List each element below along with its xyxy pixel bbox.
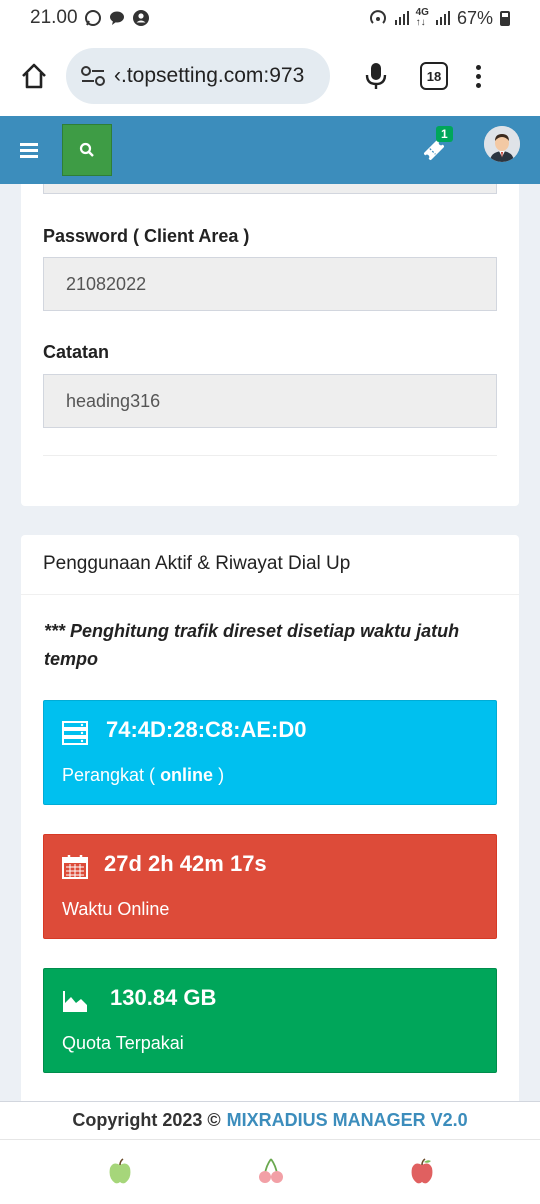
signal-icon [394, 11, 409, 25]
quota-label: Quota Terpakai [62, 1033, 184, 1053]
online-time-value: 27d 2h 42m 17s [104, 851, 267, 876]
home-button[interactable] [16, 58, 52, 94]
hotspot-icon [369, 10, 386, 24]
online-time-info-box: 27d 2h 42m 17s Waktu Online [43, 834, 497, 939]
card-header-divider [21, 594, 519, 595]
green-apple-icon[interactable] [105, 1156, 135, 1186]
notification-badge: 1 [436, 126, 453, 142]
address-bar[interactable]: ‹.topsetting.com:973 [66, 48, 330, 104]
page-footer: Copyright 2023 © MIXRADIUS MANAGER V2.0 [0, 1101, 540, 1139]
note-label: Catatan [43, 342, 110, 362]
sidebar-toggle-button[interactable] [20, 142, 38, 158]
search-icon [79, 142, 94, 157]
device-info-box: 74:4D:28:C8:AE:D0 Perangkat ( online ) [43, 700, 497, 805]
url-text: ‹.topsetting.com:973 [114, 64, 305, 87]
device-label: Perangkat ( online ) [62, 765, 224, 786]
browser-menu-button[interactable] [476, 64, 481, 88]
calendar-icon [62, 855, 88, 879]
copyright-text: Copyright 2023 © [72, 1110, 221, 1130]
cherry-icon[interactable] [256, 1156, 286, 1186]
password-label: Password ( Client Area ) [43, 226, 250, 246]
tab-switcher-button[interactable]: 18 [420, 62, 448, 90]
browser-toolbar: ‹.topsetting.com:973 18 [0, 36, 540, 116]
online-time-label: Waktu Online [62, 899, 170, 919]
red-apple-icon[interactable] [407, 1156, 437, 1186]
quota-info-box: 130.84 GB Quota Terpakai [43, 968, 497, 1073]
area-chart-icon [63, 991, 87, 1012]
device-label-suffix: ) [213, 765, 225, 785]
site-settings-icon [81, 66, 105, 86]
microphone-icon [365, 63, 387, 89]
app-header: 1 [0, 116, 540, 184]
status-bar: 21.00 4G ↑↓ 67% [0, 0, 540, 36]
device-status: online [160, 765, 214, 785]
network-4g-icon: 4G ↑↓ [415, 7, 429, 28]
avatar-image [484, 126, 520, 162]
password-field: 21082022 [43, 257, 497, 311]
user-avatar[interactable] [484, 126, 520, 162]
brand-link[interactable]: MIXRADIUS MANAGER V2.0 [227, 1110, 468, 1131]
status-time: 21.00 [30, 7, 78, 28]
usage-card-title: Penggunaan Aktif & Riwayat Dial Up [43, 553, 351, 574]
account-icon [132, 10, 149, 26]
server-icon [62, 721, 88, 745]
ticket-notification-button[interactable]: 1 [420, 126, 453, 162]
chat-icon [109, 11, 124, 25]
device-mac-value: 74:4D:28:C8:AE:D0 [106, 717, 307, 742]
search-button[interactable] [62, 124, 112, 176]
voice-search-button[interactable] [358, 58, 394, 94]
client-info-card: Password ( Client Area ) 21082022 Catata… [21, 170, 519, 506]
traffic-reset-note: *** Penghitung trafik direset disetiap w… [44, 621, 460, 669]
whatsapp-icon [84, 10, 101, 26]
quota-value: 130.84 GB [110, 985, 217, 1010]
home-icon [22, 63, 46, 89]
bottom-nav-bar [0, 1139, 540, 1204]
signal-2-icon [435, 11, 450, 25]
note-field: heading316 [43, 374, 497, 428]
battery-icon [500, 10, 510, 26]
battery-percent: 67% [456, 7, 493, 28]
device-label-prefix: Perangkat ( [62, 765, 161, 785]
card-divider [43, 455, 497, 456]
usage-card: Penggunaan Aktif & Riwayat Dial Up *** P… [21, 535, 519, 1115]
